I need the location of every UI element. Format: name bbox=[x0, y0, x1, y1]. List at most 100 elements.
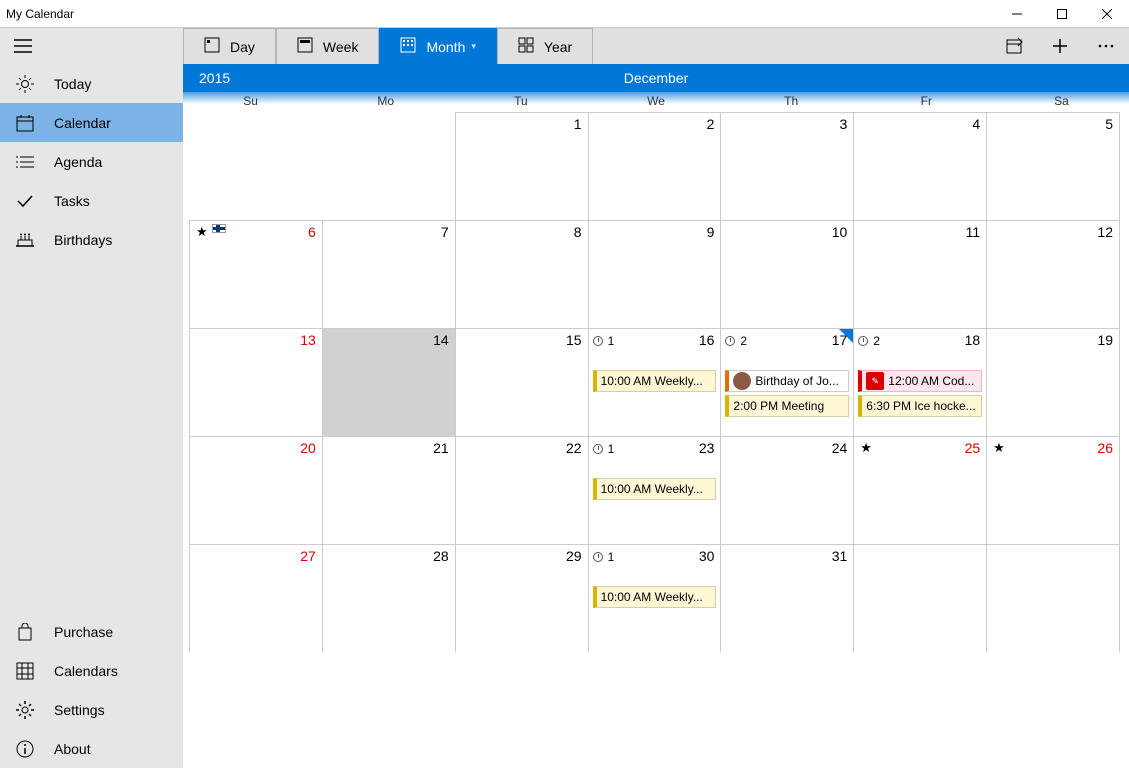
event-count: 1 bbox=[593, 440, 717, 458]
calendar-event[interactable]: 10:00 AM Weekly... bbox=[593, 478, 717, 500]
calendar-cell[interactable]: 15 bbox=[455, 328, 589, 437]
calendar-cell[interactable]: 25★ bbox=[853, 436, 987, 545]
calendar-cell[interactable]: 27 bbox=[189, 544, 323, 653]
calendar-cell[interactable]: 3 bbox=[720, 112, 854, 221]
event-count: 2 bbox=[725, 332, 849, 350]
sidebar-item-agenda[interactable]: Agenda bbox=[0, 142, 183, 181]
calendar-event[interactable]: 10:00 AM Weekly... bbox=[593, 370, 717, 392]
view-week-button[interactable]: Week bbox=[276, 28, 380, 64]
sidebar-item-label: About bbox=[54, 741, 91, 757]
calendar-cell[interactable]: 24 bbox=[720, 436, 854, 545]
gear-icon bbox=[16, 701, 34, 719]
sidebar-item-tasks[interactable]: Tasks bbox=[0, 181, 183, 220]
sidebar-item-label: Tasks bbox=[54, 193, 90, 209]
calendar-event[interactable]: 2:00 PM Meeting bbox=[725, 395, 849, 417]
goto-today-button[interactable] bbox=[991, 28, 1037, 64]
view-label: Week bbox=[323, 39, 359, 55]
calendar-cell[interactable]: 172Birthday of Jo...2:00 PM Meeting bbox=[720, 328, 854, 437]
sidebar-item-calendar[interactable]: Calendar bbox=[0, 103, 183, 142]
view-day-button[interactable]: Day bbox=[183, 28, 276, 64]
today-marker bbox=[839, 329, 853, 343]
calendar-cell[interactable]: 7 bbox=[322, 220, 456, 329]
calendar-cell[interactable]: 19 bbox=[986, 328, 1120, 437]
view-toolbar: Day Week Month ▾ Year bbox=[183, 28, 1129, 64]
view-label: Day bbox=[230, 39, 255, 55]
calendar-cell[interactable]: 1 bbox=[455, 112, 589, 221]
calendar-cell[interactable]: 14 bbox=[322, 328, 456, 437]
star-icon: ★ bbox=[860, 440, 872, 456]
day-number: 20 bbox=[300, 440, 316, 456]
star-icon: ★ bbox=[993, 440, 1005, 456]
sidebar-item-settings[interactable]: Settings bbox=[0, 690, 183, 729]
more-button[interactable] bbox=[1083, 28, 1129, 64]
day-number: 23 bbox=[699, 440, 715, 456]
calendar-cell[interactable]: 11 bbox=[853, 220, 987, 329]
calendar-cell[interactable]: 22 bbox=[455, 436, 589, 545]
calendar-cell[interactable]: 31 bbox=[720, 544, 854, 653]
view-year-button[interactable]: Year bbox=[497, 28, 593, 64]
add-event-button[interactable] bbox=[1037, 28, 1083, 64]
calendar-cell[interactable]: 16110:00 AM Weekly... bbox=[588, 328, 722, 437]
sidebar-item-label: Calendar bbox=[54, 115, 111, 131]
event-label: 2:00 PM Meeting bbox=[733, 399, 824, 413]
avatar-icon bbox=[733, 372, 751, 390]
calendar-cell[interactable]: 9 bbox=[588, 220, 722, 329]
calendar-cell[interactable]: 26★ bbox=[986, 436, 1120, 545]
window-maximize[interactable] bbox=[1039, 0, 1084, 28]
calendar-cell[interactable]: 231 10:00 AM Weekly... bbox=[588, 436, 722, 545]
day-number: 27 bbox=[300, 548, 316, 564]
calendar-event[interactable]: Birthday of Jo... bbox=[725, 370, 849, 392]
calendar-cell[interactable]: 30110:00 AM Weekly... bbox=[588, 544, 722, 653]
day-number: 8 bbox=[574, 224, 582, 240]
day-number: 11 bbox=[966, 224, 981, 240]
sidebar-item-purchase[interactable]: Purchase bbox=[0, 612, 183, 651]
dow-su: Su bbox=[183, 92, 318, 112]
sidebar-item-today[interactable]: Today bbox=[0, 64, 183, 103]
calendar-cell[interactable]: 13 bbox=[189, 328, 323, 437]
calendar-cell[interactable]: 21 bbox=[322, 436, 456, 545]
view-month-button[interactable]: Month ▾ bbox=[379, 28, 496, 64]
calendar-cell[interactable]: 6★ bbox=[189, 220, 323, 329]
month-view-icon bbox=[400, 37, 416, 56]
calendar-cell[interactable]: 5 bbox=[986, 112, 1120, 221]
calendar-cell[interactable]: 28 bbox=[322, 544, 456, 653]
window-close[interactable] bbox=[1084, 0, 1129, 28]
day-number: 18 bbox=[965, 332, 981, 348]
sidebar-item-calendars[interactable]: Calendars bbox=[0, 651, 183, 690]
month-header[interactable]: 2015 December bbox=[183, 64, 1129, 92]
calendar-cell[interactable]: 182✎12:00 AM Cod...6:30 PM Ice hocke... bbox=[853, 328, 987, 437]
sidebar-item-about[interactable]: About bbox=[0, 729, 183, 768]
hamburger-button[interactable] bbox=[0, 28, 183, 64]
calendar-cell bbox=[322, 112, 456, 221]
year-view-icon bbox=[518, 37, 534, 56]
app-icon: ✎ bbox=[866, 372, 884, 390]
sidebar-item-birthdays[interactable]: Birthdays bbox=[0, 220, 183, 259]
event-label: 10:00 AM Weekly... bbox=[601, 482, 703, 496]
view-label: Year bbox=[544, 39, 572, 55]
day-number: 19 bbox=[1097, 332, 1113, 348]
day-number: 2 bbox=[707, 116, 715, 132]
day-number: 14 bbox=[433, 332, 449, 348]
calendar-event[interactable]: 6:30 PM Ice hocke... bbox=[858, 395, 982, 417]
calendar-event[interactable]: 10:00 AM Weekly... bbox=[593, 586, 717, 608]
calendar-cell[interactable]: 4 bbox=[853, 112, 987, 221]
calendar-cell bbox=[322, 652, 456, 761]
list-icon bbox=[16, 155, 34, 169]
dow-mo: Mo bbox=[318, 92, 453, 112]
calendar-cell[interactable]: 20 bbox=[189, 436, 323, 545]
calendar-cell[interactable]: 2 bbox=[588, 112, 722, 221]
event-label: 10:00 AM Weekly... bbox=[601, 590, 703, 604]
event-count: 1 bbox=[593, 332, 717, 350]
calendar-cell bbox=[986, 544, 1120, 653]
day-of-week-row: Su Mo Tu We Th Fr Sa bbox=[183, 92, 1129, 112]
clock-icon bbox=[725, 336, 735, 346]
check-icon bbox=[16, 194, 34, 208]
calendar-cell[interactable]: 29 bbox=[455, 544, 589, 653]
calendar-event[interactable]: ✎12:00 AM Cod... bbox=[858, 370, 982, 392]
sidebar-item-label: Calendars bbox=[54, 663, 118, 679]
window-minimize[interactable] bbox=[994, 0, 1039, 28]
calendar-cell[interactable]: 10 bbox=[720, 220, 854, 329]
dow-tu: Tu bbox=[453, 92, 588, 112]
calendar-cell[interactable]: 12 bbox=[986, 220, 1120, 329]
calendar-cell[interactable]: 8 bbox=[455, 220, 589, 329]
